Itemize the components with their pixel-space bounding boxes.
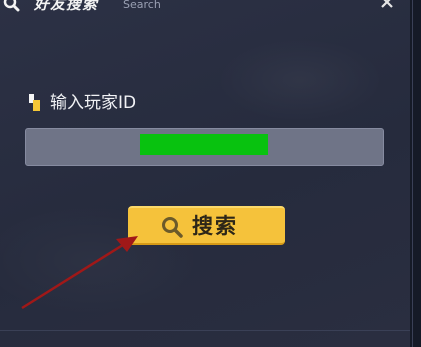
dialog-header: 好友搜索 Search: [0, 0, 410, 14]
search-button-label: 搜索: [192, 214, 238, 238]
search-icon: [162, 217, 183, 238]
player-id-label: 输入玩家ID: [50, 93, 137, 113]
redaction-overlay: [140, 134, 268, 155]
divider: [0, 330, 410, 331]
search-dialog: 好友搜索 Search 输入玩家ID 000000000 搜索: [0, 0, 410, 347]
dialog-subtitle: Search: [123, 0, 161, 11]
window-edge: [410, 0, 421, 347]
player-id-input[interactable]: 000000000: [25, 128, 384, 166]
dialog-title: 好友搜索: [34, 0, 99, 13]
search-icon: [3, 0, 20, 12]
close-icon[interactable]: [380, 0, 394, 9]
search-button[interactable]: 搜索: [128, 206, 285, 245]
flag-icon: [29, 94, 41, 111]
